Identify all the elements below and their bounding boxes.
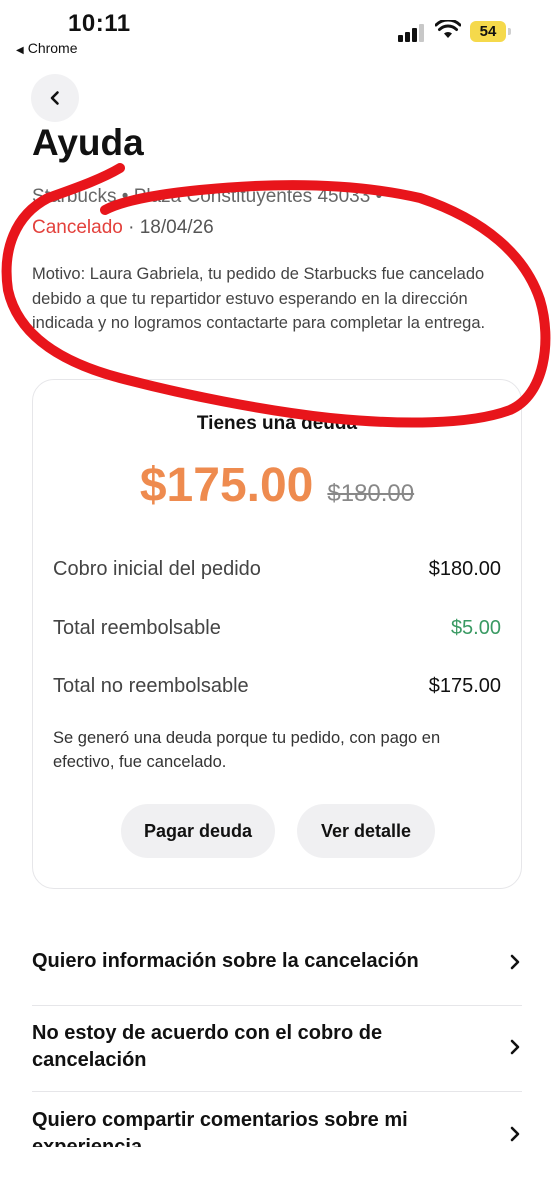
status-badge: Cancelado [32,217,123,238]
battery-indicator: 54 [470,21,506,42]
page-title: Ayuda [32,122,144,163]
order-date: 18/04/26 [139,217,214,238]
charge-row-refundable: Total reembolsable $5.00 [53,617,501,640]
help-option-label: Quiero compartir comentarios sobre mi ex… [32,1109,408,1147]
original-amount: $180.00 [327,480,415,507]
debt-note: Se generó una deuda porque tu pedido, co… [53,729,441,771]
cancellation-reason: Motivo: Laura Gabriela, tu pedido de Sta… [32,265,486,332]
back-to-app-link[interactable]: ◀ Chrome [16,40,78,56]
row-label: Cobro inicial del pedido [53,558,261,580]
order-status-line: Cancelado · 18/04/26 [32,217,214,239]
debt-title: Tienes una deuda [196,413,358,434]
status-time: 10:11 [68,10,131,37]
chevron-right-icon [510,1039,520,1055]
separator-dot: · [128,217,140,238]
cellular-signal-icon [398,24,426,42]
back-button[interactable] [31,74,79,122]
help-option-cancellation-info[interactable]: Quiero información sobre la cancelación [32,948,522,975]
divider [32,1091,522,1092]
chevron-right-icon [510,1126,520,1142]
debt-amount-row: $175.00 $180.00 [33,458,521,513]
row-label: Total no reembolsable [53,675,249,697]
divider [32,1005,522,1006]
charge-row-initial: Cobro inicial del pedido $180.00 [53,558,501,581]
charge-row-non-refundable: Total no reembolsable $175.00 [53,675,501,698]
view-detail-button[interactable]: Ver detalle [297,804,435,858]
back-triangle-icon: ◀ [16,45,24,56]
chevron-right-icon [510,954,520,969]
help-option-feedback[interactable]: Quiero compartir comentarios sobre mi ex… [32,1107,522,1147]
row-value: $5.00 [450,617,501,639]
debt-card: Tienes una deuda $175.00 $180.00 Cobro i… [32,379,522,889]
help-option-dispute-charge[interactable]: No estoy de acuerdo con el cobro de canc… [32,1020,522,1074]
back-app-label: Chrome [27,40,78,56]
store-info: Starbucks • Plaza Constituyentes 45033 • [32,186,383,207]
help-option-label: Quiero información sobre la cancelación [32,950,419,972]
row-label: Total reembolsable [53,617,221,639]
status-bar: 10:11 ◀ Chrome 54 [0,0,554,62]
debt-amount: $175.00 [139,459,314,512]
wifi-icon [435,20,461,38]
row-value: $175.00 [428,675,501,697]
row-value: $180.00 [428,558,501,580]
pay-debt-button[interactable]: Pagar deuda [121,804,275,858]
help-option-label: No estoy de acuerdo con el cobro de canc… [32,1022,383,1071]
battery-tip [508,28,511,35]
chevron-left-icon [50,91,59,105]
